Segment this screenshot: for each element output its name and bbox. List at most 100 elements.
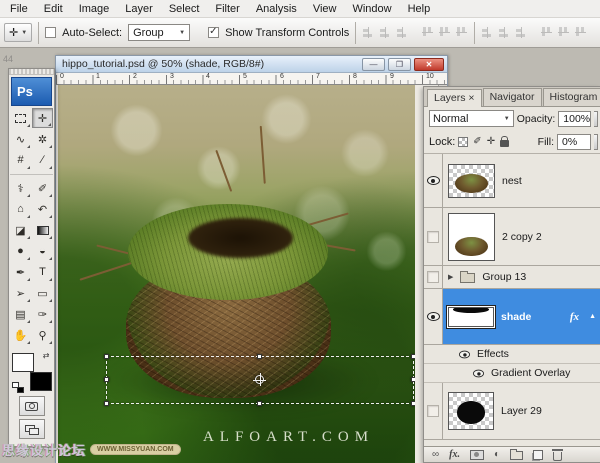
tab-navigator[interactable]: Navigator — [483, 88, 542, 106]
delete-layer-button[interactable] — [553, 449, 562, 461]
show-transform-checkbox[interactable] — [208, 27, 219, 38]
slice-tool[interactable]: ∕ — [32, 150, 53, 170]
lock-pixels-icon[interactable]: ✐ — [473, 136, 481, 147]
layer-thumbnail[interactable] — [448, 392, 494, 430]
align-left-edges-button[interactable] — [422, 26, 433, 39]
transform-handle[interactable] — [411, 377, 415, 382]
foreground-color-swatch[interactable] — [12, 353, 34, 372]
layer-row-shade[interactable]: shade fx ▲ — [424, 289, 600, 345]
document-titlebar[interactable]: hippo_tutorial.psd @ 50% (shade, RGB/8#)… — [56, 56, 447, 73]
move-tool[interactable]: ✛ — [32, 108, 53, 128]
opacity-dropdown-button[interactable] — [594, 111, 598, 127]
align-top-edges-button[interactable] — [362, 27, 375, 38]
add-layer-mask-button[interactable] — [470, 450, 484, 460]
maximize-button[interactable]: ❐ — [388, 58, 411, 71]
eyedropper-tool[interactable]: ✑ — [32, 304, 53, 324]
distribute-vertical-centers-button[interactable] — [498, 27, 511, 38]
fill-dropdown-button[interactable] — [594, 134, 598, 150]
eye-icon[interactable] — [459, 350, 470, 358]
rectangular-marquee-tool[interactable] — [10, 108, 31, 128]
tool-preset-picker[interactable]: ✛ ▼ — [4, 23, 32, 42]
new-group-button[interactable] — [510, 449, 523, 460]
blend-mode-dropdown[interactable]: Normal ▼ — [429, 110, 514, 127]
align-bottom-edges-button[interactable] — [396, 27, 409, 38]
visibility-toggle[interactable] — [424, 208, 443, 265]
opacity-field[interactable]: 100% — [558, 111, 591, 127]
visibility-toggle[interactable] — [424, 266, 443, 288]
menu-edit[interactable]: Edit — [36, 1, 71, 17]
visibility-toggle[interactable] — [424, 289, 443, 344]
pen-tool[interactable]: ✒ — [10, 262, 31, 282]
background-color-swatch[interactable] — [30, 372, 52, 391]
menu-analysis[interactable]: Analysis — [248, 1, 305, 17]
transform-handle[interactable] — [411, 401, 415, 406]
group-expand-icon[interactable]: ▶ — [448, 273, 453, 281]
layer-row-group-13[interactable]: ▶ Group 13 — [424, 266, 600, 289]
screen-mode-button[interactable] — [19, 419, 45, 439]
distribute-right-edges-button[interactable] — [575, 26, 586, 39]
new-adjustment-layer-button[interactable]: ◐ — [494, 449, 500, 460]
distribute-top-edges-button[interactable] — [481, 27, 494, 38]
tab-layers[interactable]: Layers × — [427, 89, 482, 107]
menu-image[interactable]: Image — [71, 1, 118, 17]
close-button[interactable]: ✕ — [414, 58, 444, 71]
layer-row-nest[interactable]: nest — [424, 154, 600, 208]
distribute-left-edges-button[interactable] — [541, 26, 552, 39]
canvas[interactable]: ALFOART.COM — [58, 85, 415, 463]
link-layers-button[interactable]: ∞ — [432, 449, 439, 460]
layer-row-2-copy-2[interactable]: 2 copy 2 — [424, 208, 600, 266]
transform-handle[interactable] — [411, 354, 415, 359]
eraser-tool[interactable]: ◪ — [10, 220, 31, 240]
history-brush-tool[interactable]: ↶ — [32, 199, 53, 219]
lock-position-icon[interactable]: ✛ — [487, 136, 495, 147]
brush-tool[interactable]: ✐ — [32, 178, 53, 198]
lock-all-icon[interactable] — [500, 140, 509, 147]
menu-layer[interactable]: Layer — [117, 1, 161, 17]
align-horizontal-centers-button[interactable] — [439, 26, 450, 39]
tab-histogram[interactable]: Histogram — [543, 88, 600, 106]
distribute-horizontal-centers-button[interactable] — [558, 26, 569, 39]
transform-handle[interactable] — [104, 401, 109, 406]
layer-style-badge[interactable]: fx — [570, 311, 579, 323]
type-tool[interactable]: T — [32, 262, 53, 282]
minimize-button[interactable]: — — [362, 58, 385, 71]
menu-help[interactable]: Help — [400, 1, 439, 17]
collapse-effects-icon[interactable]: ▲ — [589, 313, 596, 320]
menu-view[interactable]: View — [305, 1, 345, 17]
dodge-tool[interactable]: ◒ — [32, 241, 53, 261]
visibility-toggle[interactable] — [424, 383, 443, 439]
blur-tool[interactable]: ● — [10, 241, 31, 261]
transform-handle[interactable] — [104, 354, 109, 359]
layer-thumbnail[interactable] — [448, 307, 494, 327]
layer-thumbnail[interactable] — [448, 213, 495, 261]
path-selection-tool[interactable]: ➢ — [10, 283, 31, 303]
healing-brush-tool[interactable]: ⚕ — [10, 178, 31, 198]
gradient-overlay-row[interactable]: Gradient Overlay — [424, 364, 600, 383]
lasso-tool[interactable]: ∿ — [10, 129, 31, 149]
menu-file[interactable]: File — [2, 1, 36, 17]
fill-field[interactable]: 0% — [557, 134, 591, 150]
zoom-tool[interactable]: ⚲ — [32, 325, 53, 345]
crop-tool[interactable]: # — [10, 150, 31, 170]
new-layer-button[interactable] — [533, 450, 543, 460]
distribute-bottom-edges-button[interactable] — [515, 27, 528, 38]
lock-transparency-icon[interactable] — [458, 137, 468, 147]
auto-select-checkbox[interactable] — [45, 27, 56, 38]
menu-filter[interactable]: Filter — [207, 1, 247, 17]
effects-row[interactable]: Effects — [424, 345, 600, 364]
gradient-tool[interactable] — [32, 220, 53, 240]
transform-reference-point[interactable] — [255, 375, 264, 384]
swap-colors-icon[interactable]: ⇄ — [43, 351, 50, 360]
default-colors-icon[interactable] — [12, 382, 24, 393]
auto-select-target-dropdown[interactable]: Group ▼ — [128, 24, 190, 41]
menu-select[interactable]: Select — [161, 1, 208, 17]
transform-bounding-box[interactable] — [106, 356, 414, 404]
hand-tool[interactable]: ✋ — [10, 325, 31, 345]
menu-window[interactable]: Window — [344, 1, 399, 17]
transform-handle[interactable] — [257, 354, 262, 359]
palette-grip[interactable] — [9, 69, 54, 75]
align-right-edges-button[interactable] — [456, 26, 467, 39]
quick-mask-button[interactable] — [19, 396, 45, 416]
layer-row-layer-29[interactable]: Layer 29 — [424, 383, 600, 440]
magic-wand-tool[interactable]: ✲ — [32, 129, 53, 149]
